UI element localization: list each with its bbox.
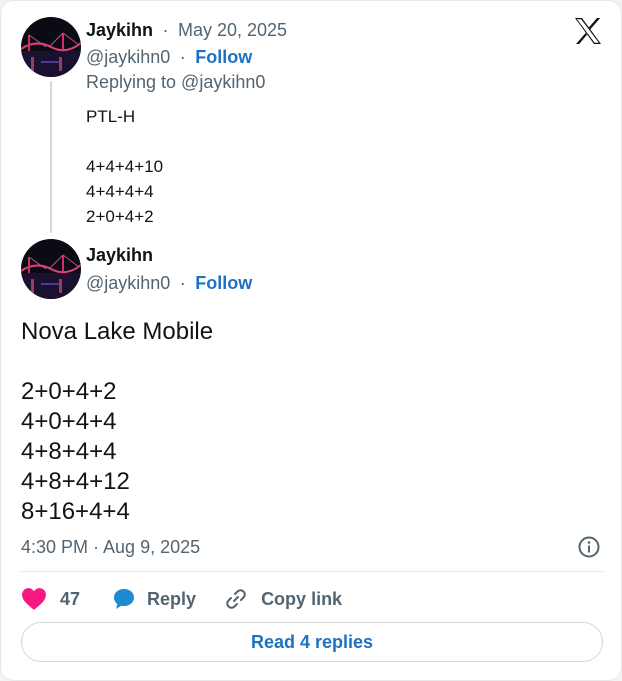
parent-tweet-text: PTL-H 4+4+4+10 4+4+4+4 2+0+4+2 — [86, 104, 163, 229]
text-line: 4+4+4+10 — [86, 157, 164, 176]
follow-link[interactable]: Follow — [195, 273, 252, 293]
like-button[interactable]: 47 — [21, 587, 80, 611]
read-replies-button[interactable]: Read 4 replies — [21, 622, 603, 662]
separator: · — [174, 273, 191, 293]
follow-link[interactable]: Follow — [195, 47, 252, 67]
divider — [21, 571, 603, 572]
text-line: 4+0+4+4 — [21, 408, 117, 435]
thread-line — [50, 81, 52, 233]
avatar-image — [21, 239, 81, 299]
heart-icon — [22, 588, 46, 610]
author-name[interactable]: Jaykihn — [86, 245, 153, 265]
text-line: Nova Lake Mobile — [21, 318, 214, 345]
author-name[interactable]: Jaykihn — [86, 20, 153, 40]
copy-link-button[interactable]: Copy link — [224, 587, 342, 611]
avatar-image — [21, 17, 81, 77]
reply-label: Reply — [147, 588, 197, 609]
main-header: Jaykihn — [86, 245, 153, 266]
user-handle[interactable]: @jaykihn0 — [86, 273, 170, 293]
text-line: PTL-H — [86, 107, 136, 126]
avatar[interactable] — [21, 239, 81, 299]
info-icon[interactable] — [577, 535, 601, 559]
text-line: 2+0+4+2 — [86, 207, 154, 226]
copy-link-label: Copy link — [261, 588, 343, 609]
embedded-tweet-card: Jaykihn · May 20, 2025 @jaykihn0 · Follo… — [0, 0, 622, 681]
separator: · — [157, 20, 174, 40]
main-handle-row: @jaykihn0 · Follow — [86, 273, 252, 294]
replying-to[interactable]: Replying to @jaykihn0 — [86, 72, 265, 93]
link-icon — [226, 589, 246, 609]
separator: · — [174, 47, 191, 67]
action-bar: 47 Reply Copy link — [21, 585, 342, 613]
avatar[interactable] — [21, 17, 81, 77]
reply-button[interactable]: Reply — [112, 587, 196, 611]
text-line — [86, 129, 163, 154]
like-count: 47 — [60, 588, 81, 609]
tweet-timestamp[interactable]: 4:30 PM · Aug 9, 2025 — [21, 537, 200, 558]
parent-header: Jaykihn · May 20, 2025 — [86, 20, 287, 41]
user-handle[interactable]: @jaykihn0 — [86, 47, 170, 67]
text-line: 8+16+4+4 — [21, 498, 130, 525]
text-line — [21, 347, 213, 377]
tweet-date[interactable]: May 20, 2025 — [178, 20, 287, 40]
text-line: 2+0+4+2 — [21, 378, 117, 405]
text-line: 4+8+4+4 — [21, 438, 117, 465]
x-logo-icon[interactable] — [573, 17, 603, 45]
parent-handle-row: @jaykihn0 · Follow — [86, 47, 252, 68]
speech-bubble-icon — [114, 589, 135, 609]
main-tweet-text: Nova Lake Mobile 2+0+4+2 4+0+4+4 4+8+4+4… — [21, 317, 213, 527]
text-line: 4+4+4+4 — [86, 182, 154, 201]
text-line: 4+8+4+12 — [21, 468, 130, 495]
